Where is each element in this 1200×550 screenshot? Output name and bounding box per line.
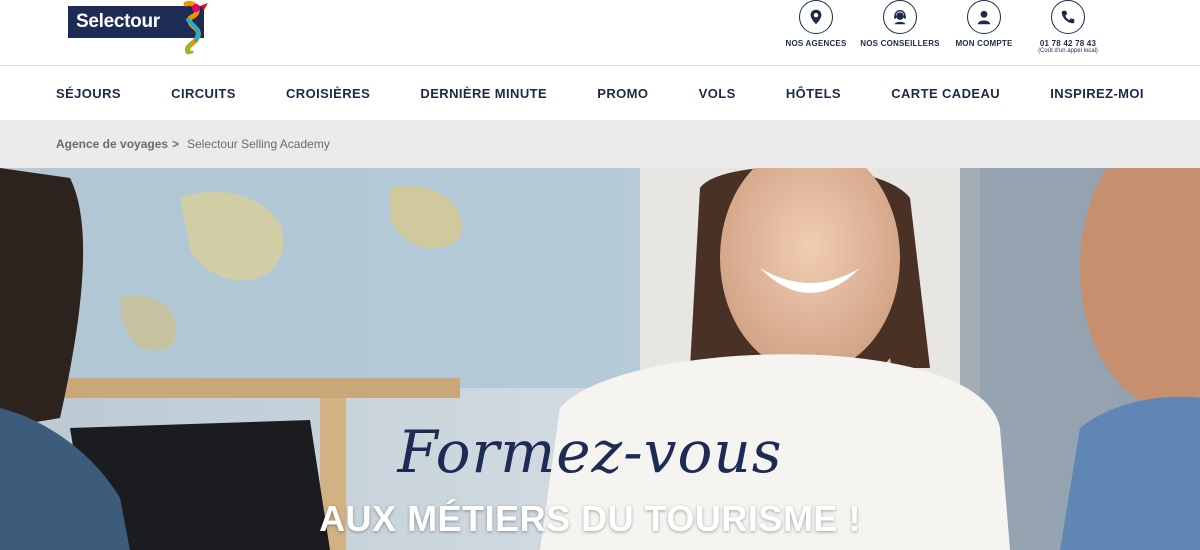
phone-number: 01 78 42 78 43 xyxy=(1039,39,1097,48)
hero-title: AUX MÉTIERS DU TOURISME ! xyxy=(319,498,861,539)
util-label: NOS AGENCES xyxy=(785,39,847,48)
util-phone[interactable]: 01 78 42 78 43 (Coût d'un appel local) xyxy=(1026,0,1110,60)
nav-item-inspirez-moi[interactable]: INSPIREZ-MOI xyxy=(1050,86,1144,101)
site-header: Selectour NOS AGENCES NOS CONSEILLERS MO… xyxy=(0,0,1200,66)
phone-note: (Coût d'un appel local) xyxy=(1038,48,1098,54)
location-pin-icon xyxy=(799,0,833,34)
nav-item-derniere-minute[interactable]: DERNIÈRE MINUTE xyxy=(420,86,547,101)
selectour-logo[interactable]: Selectour xyxy=(68,0,208,56)
util-mon-compte[interactable]: MON COMPTE xyxy=(942,0,1026,60)
main-navigation: SÉJOURS CIRCUITS CROISIÈRES DERNIÈRE MIN… xyxy=(0,67,1200,119)
util-label: MON COMPTE xyxy=(955,39,1013,48)
logo-text: Selectour xyxy=(76,11,160,32)
nav-item-circuits[interactable]: CIRCUITS xyxy=(171,86,236,101)
nav-item-vols[interactable]: VOLS xyxy=(699,86,736,101)
nav-item-sejours[interactable]: SÉJOURS xyxy=(56,86,121,101)
user-account-icon xyxy=(967,0,1001,34)
util-label: NOS CONSEILLERS xyxy=(860,39,940,48)
hero-banner: Formez-vous AUX MÉTIERS DU TOURISME ! xyxy=(0,168,1200,550)
seahorse-logo-icon xyxy=(183,1,208,55)
breadcrumb-separator: > xyxy=(172,137,180,151)
hero-photo xyxy=(0,168,1200,550)
breadcrumb-current: Selectour Selling Academy xyxy=(187,137,330,151)
hero-script-heading: Formez-vous xyxy=(397,418,783,486)
nav-item-croisieres[interactable]: CROISIÈRES xyxy=(286,86,370,101)
util-nos-agences[interactable]: NOS AGENCES xyxy=(774,0,858,60)
breadcrumb-parent[interactable]: Agence de voyages xyxy=(56,137,168,151)
nav-item-carte-cadeau[interactable]: CARTE CADEAU xyxy=(891,86,1000,101)
nav-item-hotels[interactable]: HÔTELS xyxy=(786,86,841,101)
breadcrumb: Agence de voyages > Selectour Selling Ac… xyxy=(0,120,1200,168)
util-nos-conseillers[interactable]: NOS CONSEILLERS xyxy=(858,0,942,60)
headset-agent-icon xyxy=(883,0,917,34)
utility-links: NOS AGENCES NOS CONSEILLERS MON COMPTE 0… xyxy=(774,0,1110,60)
phone-icon xyxy=(1051,0,1085,34)
nav-item-promo[interactable]: PROMO xyxy=(597,86,648,101)
